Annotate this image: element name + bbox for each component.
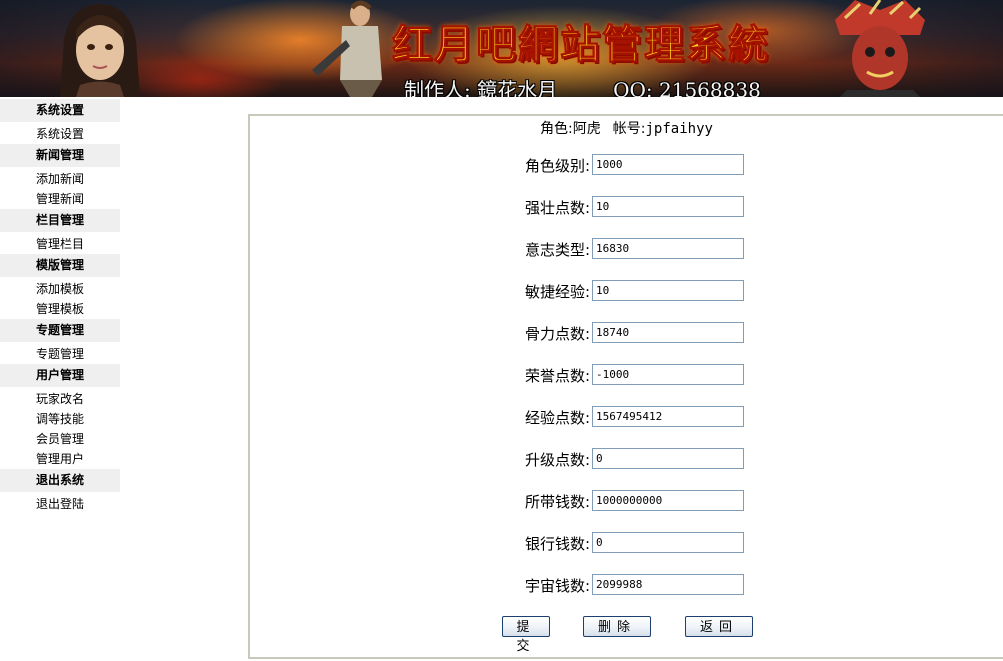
role-label: 角色: [540, 121, 573, 137]
field-row-bone-points: 骨力点数: [250, 322, 1003, 344]
banner-credit: 制作人: 鏡花水月 QQ: 21568838 [404, 74, 761, 97]
menu-item-member-management[interactable]: 会员管理 [0, 429, 120, 449]
banner-title: 红月吧網站管理系統 [392, 21, 770, 69]
role-name: 阿虎 [572, 121, 601, 137]
menu-item-adjust-level-skills[interactable]: 调等技能 [0, 409, 120, 429]
banner-credit-qq: QQ: 21568838 [613, 78, 761, 97]
header-banner: 红月吧網站管理系統 制作人: 鏡花水月 QQ: 21568838 [0, 0, 1003, 97]
banner-girl-portrait-image [60, 4, 140, 97]
carried-money-input[interactable] [592, 490, 744, 511]
universe-money-input[interactable] [592, 574, 744, 595]
will-type-input[interactable] [592, 238, 744, 259]
character-edit-panel: 角色:阿虎帐号:jpfaihyy 角色级别: 强壮点数: 意志类型: 敏捷经验:… [248, 114, 1003, 659]
field-row-role-level: 角色级别: [250, 154, 1003, 176]
experience-points-input[interactable] [592, 406, 744, 427]
field-label-honor-points: 荣誉点数: [524, 367, 590, 385]
field-label-role-level: 角色级别: [524, 157, 590, 175]
field-row-experience-points: 经验点数: [250, 406, 1003, 428]
menu-item-manage-templates[interactable]: 管理模板 [0, 299, 120, 319]
field-row-honor-points: 荣誉点数: [250, 364, 1003, 386]
admin-page: 红月吧網站管理系統 制作人: 鏡花水月 QQ: 21568838 系统设置 系统设… [0, 0, 1003, 661]
account-name: jpfaihyy [645, 121, 713, 137]
menu-item-system-settings[interactable]: 系统设置 [0, 124, 120, 144]
banner-masked-character-image [835, 0, 925, 97]
role-level-input[interactable] [592, 154, 744, 175]
delete-button[interactable]: 删除 [583, 616, 651, 637]
bank-money-input[interactable] [592, 532, 744, 553]
menu-item-manage-columns[interactable]: 管理栏目 [0, 234, 120, 254]
agility-exp-input[interactable] [592, 280, 744, 301]
menu-item-rename-player[interactable]: 玩家改名 [0, 389, 120, 409]
menu-item-add-news[interactable]: 添加新闻 [0, 169, 120, 189]
character-info-line: 角色:阿虎 帐号:jpfaihyy [250, 118, 1003, 138]
back-button[interactable]: 返回 [685, 616, 753, 637]
menu-item-manage-users[interactable]: 管理用户 [0, 449, 120, 469]
menu-item-add-template[interactable]: 添加模板 [0, 279, 120, 299]
banner-credit-author: 制作人: 鏡花水月 [404, 78, 558, 97]
submit-button[interactable]: 提交 [502, 616, 550, 654]
field-row-carried-money: 所带钱数: [250, 490, 1003, 512]
menu-item-manage-news[interactable]: 管理新闻 [0, 189, 120, 209]
field-label-strength-points: 强壮点数: [524, 199, 590, 217]
bone-points-input[interactable] [592, 322, 744, 343]
field-label-carried-money: 所带钱数: [524, 493, 590, 511]
field-row-will-type: 意志类型: [250, 238, 1003, 260]
menu-item-manage-topics[interactable]: 专题管理 [0, 344, 120, 364]
field-row-bank-money: 银行钱数: [250, 532, 1003, 554]
field-row-agility-exp: 敏捷经验: [250, 280, 1003, 302]
field-row-upgrade-points: 升级点数: [250, 448, 1003, 470]
strength-points-input[interactable] [592, 196, 744, 217]
field-row-universe-money: 宇宙钱数: [250, 574, 1003, 596]
field-label-bone-points: 骨力点数: [524, 325, 590, 343]
sidebar-menu: 系统设置 系统设置 新闻管理 添加新闻 管理新闻 栏目管理 管理栏目 模版管理 … [0, 99, 120, 514]
field-label-universe-money: 宇宙钱数: [524, 577, 590, 595]
field-label-agility-exp: 敏捷经验: [524, 283, 590, 301]
menu-header-exit-system: 退出系统 [0, 469, 120, 492]
field-label-experience-points: 经验点数: [524, 409, 590, 427]
menu-header-column-management: 栏目管理 [0, 209, 120, 232]
field-row-strength-points: 强壮点数: [250, 196, 1003, 218]
upgrade-points-input[interactable] [592, 448, 744, 469]
field-label-will-type: 意志类型: [524, 241, 590, 259]
menu-item-logout[interactable]: 退出登陆 [0, 494, 120, 514]
account-label: 帐号: [612, 121, 646, 137]
field-label-upgrade-points: 升级点数: [524, 451, 590, 469]
menu-header-template-management: 模版管理 [0, 254, 120, 277]
honor-points-input[interactable] [592, 364, 744, 385]
menu-header-topic-management: 专题管理 [0, 319, 120, 342]
menu-header-user-management: 用户管理 [0, 364, 120, 387]
field-label-bank-money: 银行钱数: [524, 535, 590, 553]
menu-header-news-management: 新闻管理 [0, 144, 120, 167]
menu-header-system-settings: 系统设置 [0, 99, 120, 122]
